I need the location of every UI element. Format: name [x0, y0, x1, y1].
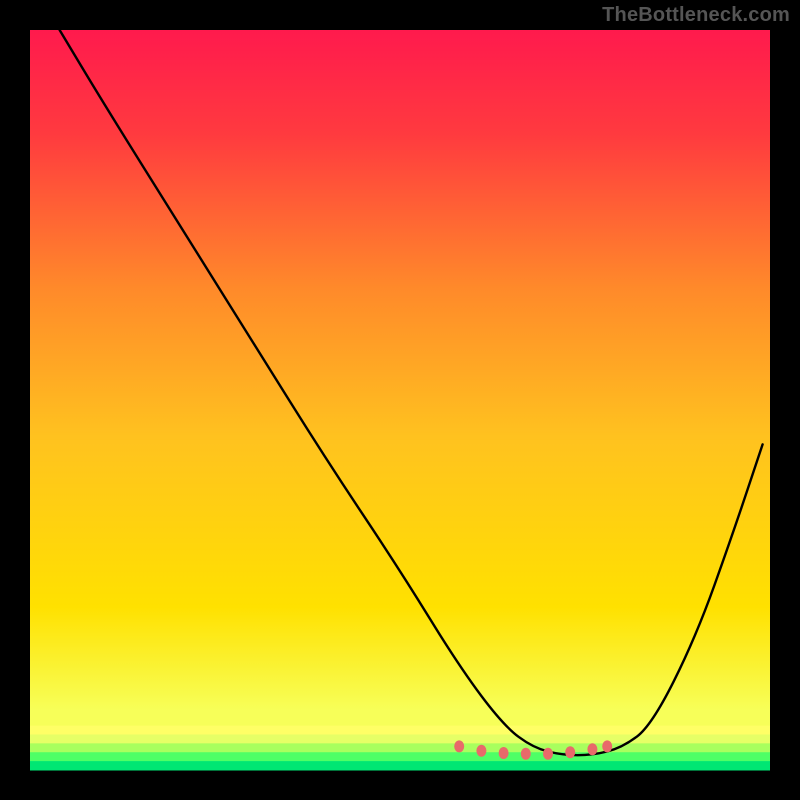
- highlight-dot: [543, 748, 553, 760]
- chart-stage: TheBottleneck.com: [0, 0, 800, 800]
- highlight-dot: [565, 746, 575, 758]
- highlight-dot: [499, 747, 509, 759]
- green-band: [30, 743, 770, 752]
- green-band: [30, 761, 770, 770]
- green-band: [30, 752, 770, 761]
- highlight-dot: [602, 740, 612, 752]
- watermark-text: TheBottleneck.com: [602, 4, 790, 27]
- highlight-dot: [476, 745, 486, 757]
- green-band: [30, 726, 770, 735]
- highlight-dot: [454, 740, 464, 752]
- highlight-dot: [587, 743, 597, 755]
- plot-background: [30, 30, 770, 770]
- highlight-dot: [521, 748, 531, 760]
- green-band: [30, 734, 770, 743]
- bottleneck-chart: [0, 0, 800, 800]
